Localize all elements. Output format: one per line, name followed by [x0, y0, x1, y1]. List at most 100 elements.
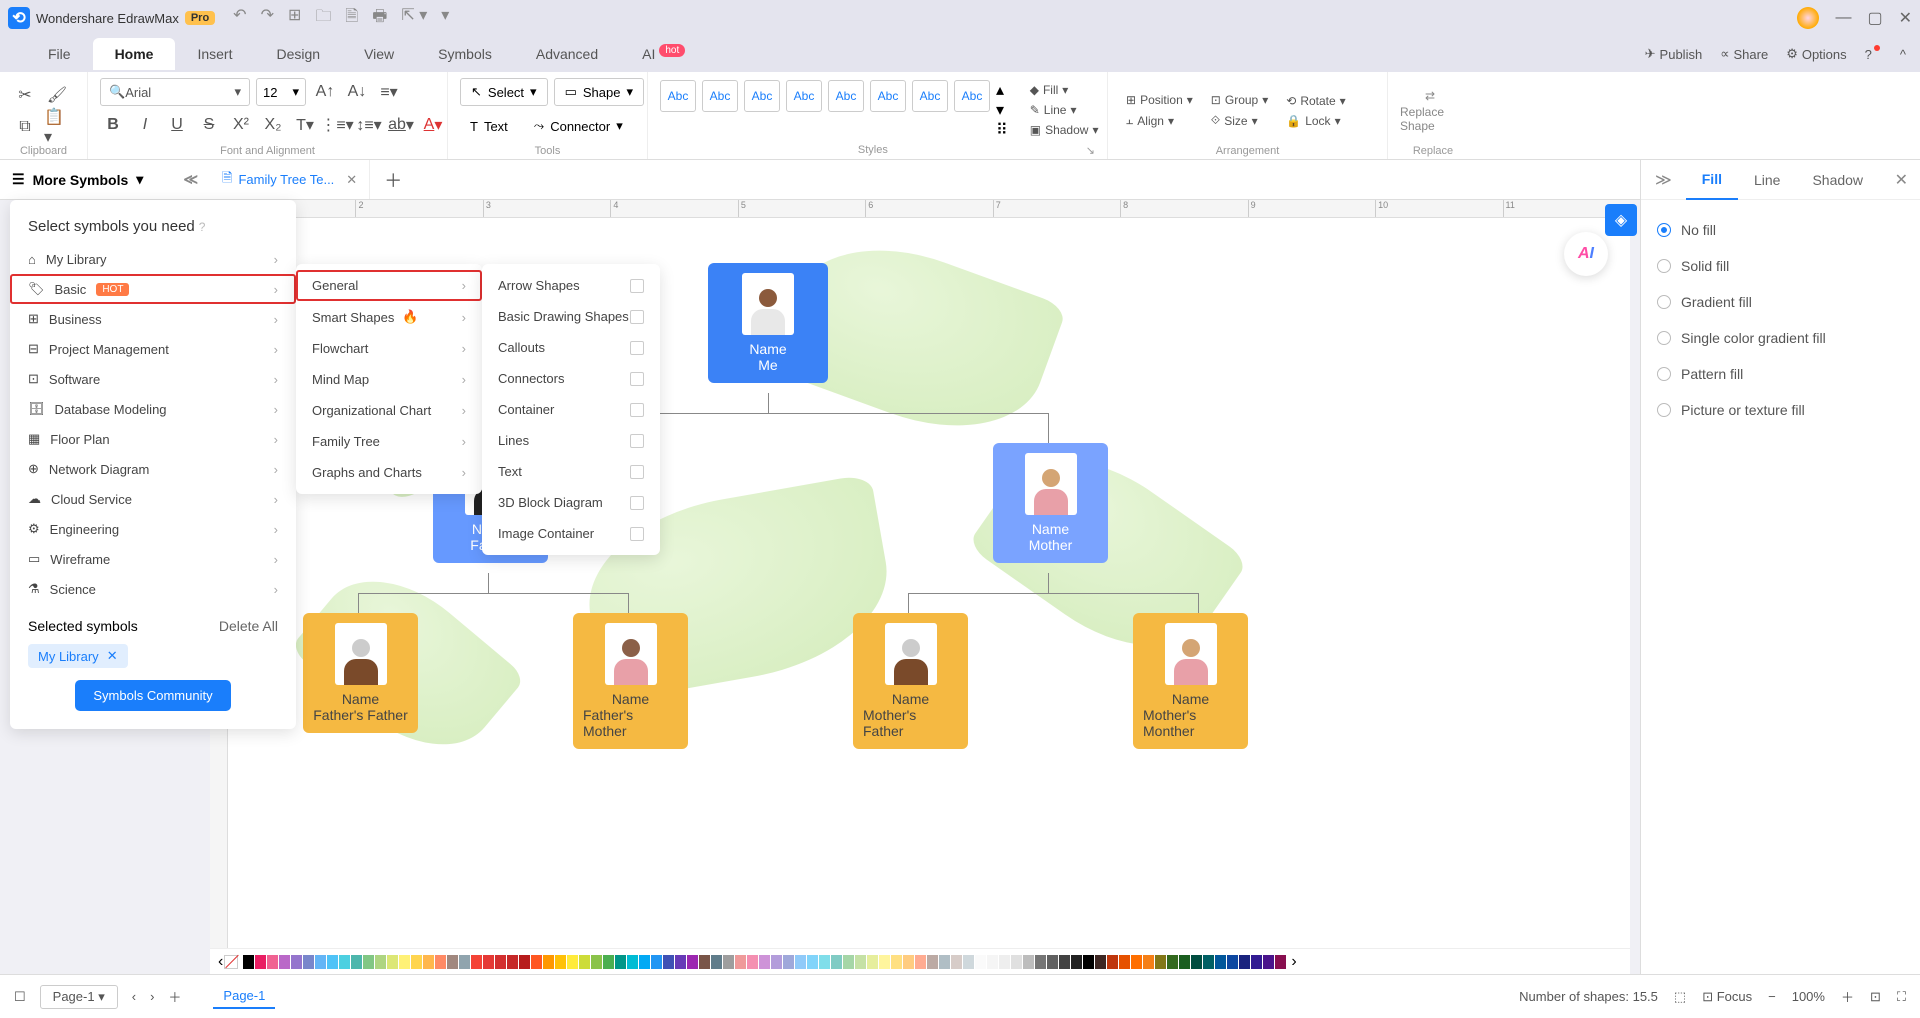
minimize-icon[interactable]: —	[1835, 9, 1851, 27]
color-swatch[interactable]	[1191, 955, 1202, 969]
tree-node-fm[interactable]: NameFather's Mother	[573, 613, 688, 749]
color-swatch[interactable]	[1239, 955, 1250, 969]
color-swatch[interactable]	[807, 955, 818, 969]
grow-font-icon[interactable]: A↑	[312, 79, 338, 105]
color-swatch[interactable]	[375, 955, 386, 969]
gallery-more-icon[interactable]: ⠿	[996, 120, 1008, 140]
color-swatch[interactable]	[1155, 955, 1166, 969]
color-swatch[interactable]	[339, 955, 350, 969]
select-tool[interactable]: ↖ Select ▾	[460, 78, 548, 106]
color-swatch[interactable]	[519, 955, 530, 969]
tree-node-mother[interactable]: NameMother	[993, 443, 1108, 563]
page-select[interactable]: Page-1 ▾	[40, 985, 118, 1009]
page-layout-icon[interactable]: ☐	[14, 989, 26, 1005]
spacing-icon[interactable]: ↕≡▾	[356, 112, 382, 138]
bold-icon[interactable]: B	[100, 112, 126, 138]
color-swatch[interactable]	[1227, 955, 1238, 969]
opt-image-container[interactable]: Image Container	[482, 518, 660, 549]
color-swatch[interactable]	[1083, 955, 1094, 969]
format-painter-icon[interactable]: 🖌	[44, 82, 70, 108]
font-family-select[interactable]: 🔍 Arial▾	[100, 78, 250, 106]
prev-page-icon[interactable]: ‹	[132, 989, 136, 1004]
color-swatch[interactable]	[699, 955, 710, 969]
qat-more-icon[interactable]: ▾	[441, 5, 449, 32]
color-swatch[interactable]	[363, 955, 374, 969]
tab-fill[interactable]: Fill	[1686, 160, 1738, 200]
symbols-cat-network[interactable]: ⊕ Network Diagram›	[10, 454, 296, 484]
close-tab-icon[interactable]: ✕	[346, 172, 357, 188]
panel-collapse-icon[interactable]: ≫	[1641, 170, 1686, 190]
format-panel-toggle[interactable]: ◈	[1605, 204, 1637, 236]
bullets-icon[interactable]: ⋮≡▾	[324, 112, 350, 138]
symbols-cat-mylibrary[interactable]: ⌂ My Library›	[10, 245, 296, 274]
menu-home[interactable]: Home	[93, 38, 176, 70]
color-swatch[interactable]	[795, 955, 806, 969]
color-swatch[interactable]	[1071, 955, 1082, 969]
fill-opt-gradient[interactable]: Gradient fill	[1657, 284, 1904, 320]
style-swatch[interactable]: Abc	[912, 80, 948, 112]
submenu-graphs[interactable]: Graphs and Charts›	[296, 457, 482, 488]
shrink-font-icon[interactable]: A↓	[344, 79, 370, 105]
color-swatch[interactable]	[771, 955, 782, 969]
color-swatch[interactable]	[687, 955, 698, 969]
color-swatch[interactable]	[387, 955, 398, 969]
style-swatch[interactable]: Abc	[744, 80, 780, 112]
opt-basic-drawing[interactable]: Basic Drawing Shapes	[482, 301, 660, 332]
next-page-icon[interactable]: ›	[150, 989, 154, 1004]
align-dropdown[interactable]: ⫠ Align ▾	[1120, 111, 1199, 130]
tree-node-me[interactable]: NameMe	[708, 263, 828, 383]
document-tab[interactable]: 🗎 Family Tree Te... ✕	[210, 160, 370, 199]
color-swatch[interactable]	[639, 955, 650, 969]
color-swatch[interactable]	[1095, 955, 1106, 969]
color-swatch[interactable]	[1251, 955, 1262, 969]
align-menu-icon[interactable]: ≡▾	[376, 79, 402, 105]
symbols-cat-floorplan[interactable]: ▦ Floor Plan›	[10, 424, 296, 454]
color-swatch[interactable]	[603, 955, 614, 969]
color-swatch[interactable]	[1167, 955, 1178, 969]
strike-icon[interactable]: S	[196, 112, 222, 138]
style-swatch[interactable]: Abc	[954, 80, 990, 112]
italic-icon[interactable]: I	[132, 112, 158, 138]
color-swatch[interactable]	[411, 955, 422, 969]
shadow-dropdown[interactable]: ▣ Shadow ▾	[1024, 121, 1105, 139]
rotate-dropdown[interactable]: ⟲ Rotate ▾	[1280, 92, 1351, 110]
opt-callouts[interactable]: Callouts	[482, 332, 660, 363]
color-swatch[interactable]	[987, 955, 998, 969]
color-swatch[interactable]	[351, 955, 362, 969]
fill-opt-pattern[interactable]: Pattern fill	[1657, 356, 1904, 392]
color-swatch[interactable]	[759, 955, 770, 969]
color-swatch[interactable]	[459, 955, 470, 969]
color-swatch[interactable]	[1059, 955, 1070, 969]
color-swatch[interactable]	[615, 955, 626, 969]
color-swatch[interactable]	[255, 955, 266, 969]
user-avatar[interactable]	[1797, 7, 1819, 29]
color-swatch[interactable]	[279, 955, 290, 969]
tree-node-ff[interactable]: NameFather's Father	[303, 613, 418, 733]
color-swatch[interactable]	[831, 955, 842, 969]
color-swatch[interactable]	[1215, 955, 1226, 969]
color-swatch[interactable]	[267, 955, 278, 969]
opt-container[interactable]: Container	[482, 394, 660, 425]
style-swatch[interactable]: Abc	[786, 80, 822, 112]
menu-symbols[interactable]: Symbols	[416, 38, 514, 70]
tree-node-mf[interactable]: NameMother's Father	[853, 613, 968, 749]
color-swatch[interactable]	[783, 955, 794, 969]
collapse-ribbon-icon[interactable]: ^	[1900, 46, 1906, 62]
color-swatch[interactable]	[951, 955, 962, 969]
color-swatch[interactable]	[867, 955, 878, 969]
subscript-icon[interactable]: X₂	[260, 112, 286, 138]
highlight-icon[interactable]: ab▾	[388, 112, 414, 138]
share-button[interactable]: ∝ Share	[1720, 46, 1768, 62]
color-swatch[interactable]	[315, 955, 326, 969]
color-swatch[interactable]	[399, 955, 410, 969]
color-swatch[interactable]	[711, 955, 722, 969]
color-swatch[interactable]	[507, 955, 518, 969]
collapse-panel-icon[interactable]: ≪	[183, 171, 198, 188]
size-dropdown[interactable]: ⟐ Size ▾	[1205, 111, 1274, 130]
color-swatch[interactable]	[435, 955, 446, 969]
color-swatch[interactable]	[879, 955, 890, 969]
color-palette[interactable]: ‹ ›	[210, 948, 1630, 974]
tab-line[interactable]: Line	[1738, 160, 1796, 200]
fullscreen-icon[interactable]: ⛶	[1897, 989, 1906, 1005]
color-swatch[interactable]	[663, 955, 674, 969]
